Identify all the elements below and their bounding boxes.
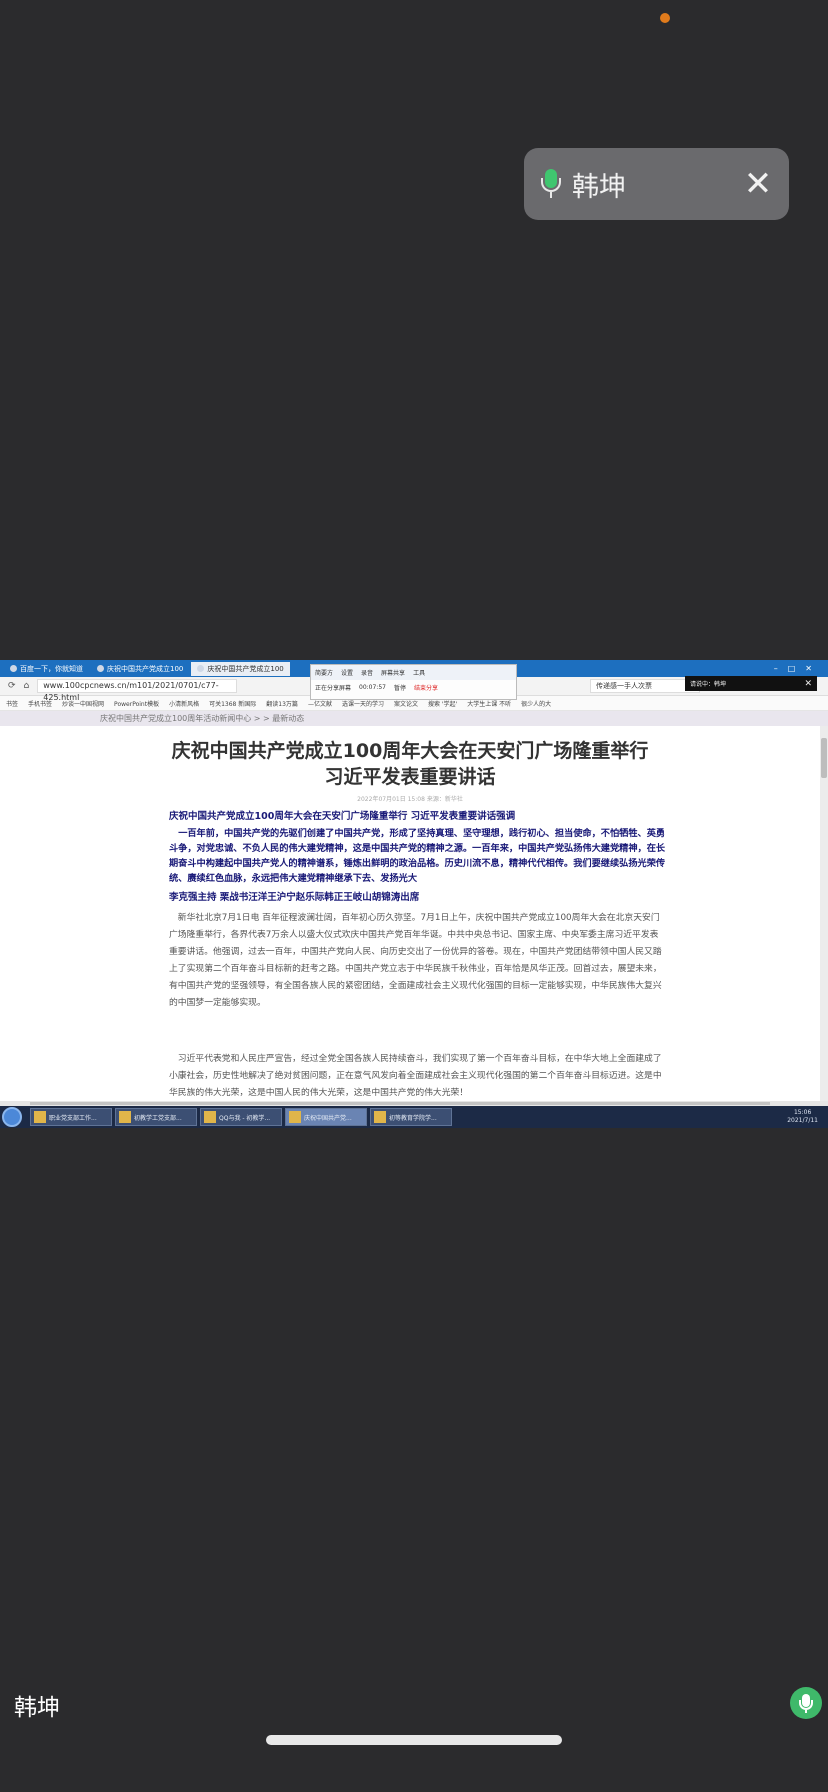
close-icon[interactable]: ✕ [804,679,812,689]
browser-tab[interactable]: 百度一下，你就知道 [4,662,89,676]
url-input[interactable]: www.100cpcnews.cn/m101/2021/0701/c77-425… [37,679,238,702]
taskbar-item[interactable]: 初教学工党支部... [115,1108,197,1126]
share-toolbar-item[interactable]: 设置 [341,668,353,677]
article-paragraph: 新华社北京7月1日电 百年征程波澜壮阔，百年初心历久弥坚。7月1日上午，庆祝中国… [169,913,662,1008]
taskbar-item[interactable]: QQ与我 - 初教学... [200,1108,282,1126]
article-title-line2: 习近平发表重要讲话 [324,766,496,788]
pause-share-button[interactable]: 暂停 [394,683,406,692]
article-title-line1: 庆祝中国共产党成立100周年大会在天安门广场隆重举行 [171,740,649,762]
article-content: 庆祝中国共产党成立100周年大会在天安门广场隆重举行 习近平发表重要讲话 202… [0,726,820,1101]
paw-icon [10,665,17,672]
active-speaker-name: 韩坤 [572,171,626,203]
article-lead: 一百年前，中国共产党的先驱们创建了中国共产党，形成了坚持真理、坚守理想，践行初心… [169,828,666,884]
vertical-scrollbar[interactable] [820,726,828,1101]
microphone-button[interactable] [790,1687,822,1719]
tab-label: 百度一下，你就知道 [20,664,83,673]
speaking-status-bar: 请说中：韩坤 ✕ [685,676,817,691]
screen-share-toolbar: 简要方 设置 录音 屏幕共享 工具 正在分享屏幕 00:07:57 暂停 结束分… [310,664,517,700]
taskbar-item[interactable]: 初等教育学院学... [370,1108,452,1126]
share-status-text: 正在分享屏幕 [315,685,352,692]
bookmark-item[interactable]: 小清新风格 [169,699,199,708]
share-toolbar-item[interactable]: 录音 [361,668,373,677]
tab-label: 庆祝中国共产党成立100 [207,664,284,673]
bookmark-item[interactable]: 书签 [6,699,18,708]
share-toolbar-item[interactable]: 屏幕共享 [381,668,405,677]
browser-tab[interactable]: 庆祝中国共产党成立100 [91,662,189,676]
article-subtitle: 庆祝中国共产党成立100周年大会在天安门广场隆重举行 习近平发表重要讲话强调 [169,811,516,822]
share-toolbar-item[interactable]: 简要方 [315,668,333,677]
browser-search-input[interactable]: 传递感一手人次票 [590,679,700,693]
system-tray-clock[interactable]: 15:06 2021/7/11 [787,1109,828,1125]
taskbar-item-active[interactable]: 庆祝中国共产党... [285,1108,367,1126]
microphone-icon [540,169,562,199]
share-timer: 00:07:57 [359,684,386,691]
bookmark-item[interactable]: 可关1368 新国际 [209,699,256,708]
article-meta: 2022年07月01日 15:08 来源：新华社 [357,796,463,803]
refresh-icon[interactable]: ⟳ [8,681,16,691]
article-paragraph: 习近平代表党和人民庄严宣告，经过全党全国各族人民持续奋斗，我们实现了第一个百年奋… [169,1054,662,1098]
bookmark-item[interactable]: PowerPoint模板 [114,699,159,708]
share-toolbar-item[interactable]: 工具 [413,668,425,677]
bookmark-item[interactable]: 翻读13万篇 [266,699,298,708]
folder-icon [34,1111,46,1123]
recording-indicator-dot [660,13,670,23]
speaking-status-text: 请说中：韩坤 [690,681,727,688]
app-icon [374,1111,386,1123]
bookmark-item[interactable]: 手机书签 [28,699,52,708]
article-host-line: 李克强主持 栗战书汪洋王沪宁赵乐际韩正王岐山胡锦涛出席 [169,892,420,903]
document-icon [119,1111,131,1123]
stop-share-button[interactable]: 结束分享 [414,683,438,692]
breadcrumb: 庆祝中国共产党成立100周年活动新闻中心 > > 最新动态 [0,711,828,726]
home-indicator[interactable] [266,1735,562,1745]
windows-taskbar: 职业党支部工作... 初教学工党支部... QQ与我 - 初教学... 庆祝中国… [0,1106,828,1128]
participant-name: 韩坤 [14,1695,60,1721]
start-button[interactable] [2,1107,22,1127]
home-icon[interactable]: ⌂ [24,681,30,691]
tab-label: 庆祝中国共产党成立100 [107,664,184,673]
browser-tab-active[interactable]: 庆祝中国共产党成立100 [191,661,290,676]
globe-icon [197,665,205,672]
taskbar-item[interactable]: 职业党支部工作... [30,1108,112,1126]
close-icon[interactable]: ✕ [743,167,773,201]
globe-icon [97,665,104,672]
bookmark-item[interactable]: 炒谈一中国视网 [62,699,104,708]
shared-screen: 百度一下，你就知道 庆祝中国共产党成立100 庆祝中国共产党成立100 –□✕ … [0,660,828,1128]
browser-icon [289,1111,301,1123]
window-controls[interactable]: –□✕ [774,664,828,673]
qq-icon [204,1111,216,1123]
bookmark-item[interactable]: 很少人的大 [521,699,551,708]
active-speaker-popup: 韩坤 ✕ [524,148,789,220]
